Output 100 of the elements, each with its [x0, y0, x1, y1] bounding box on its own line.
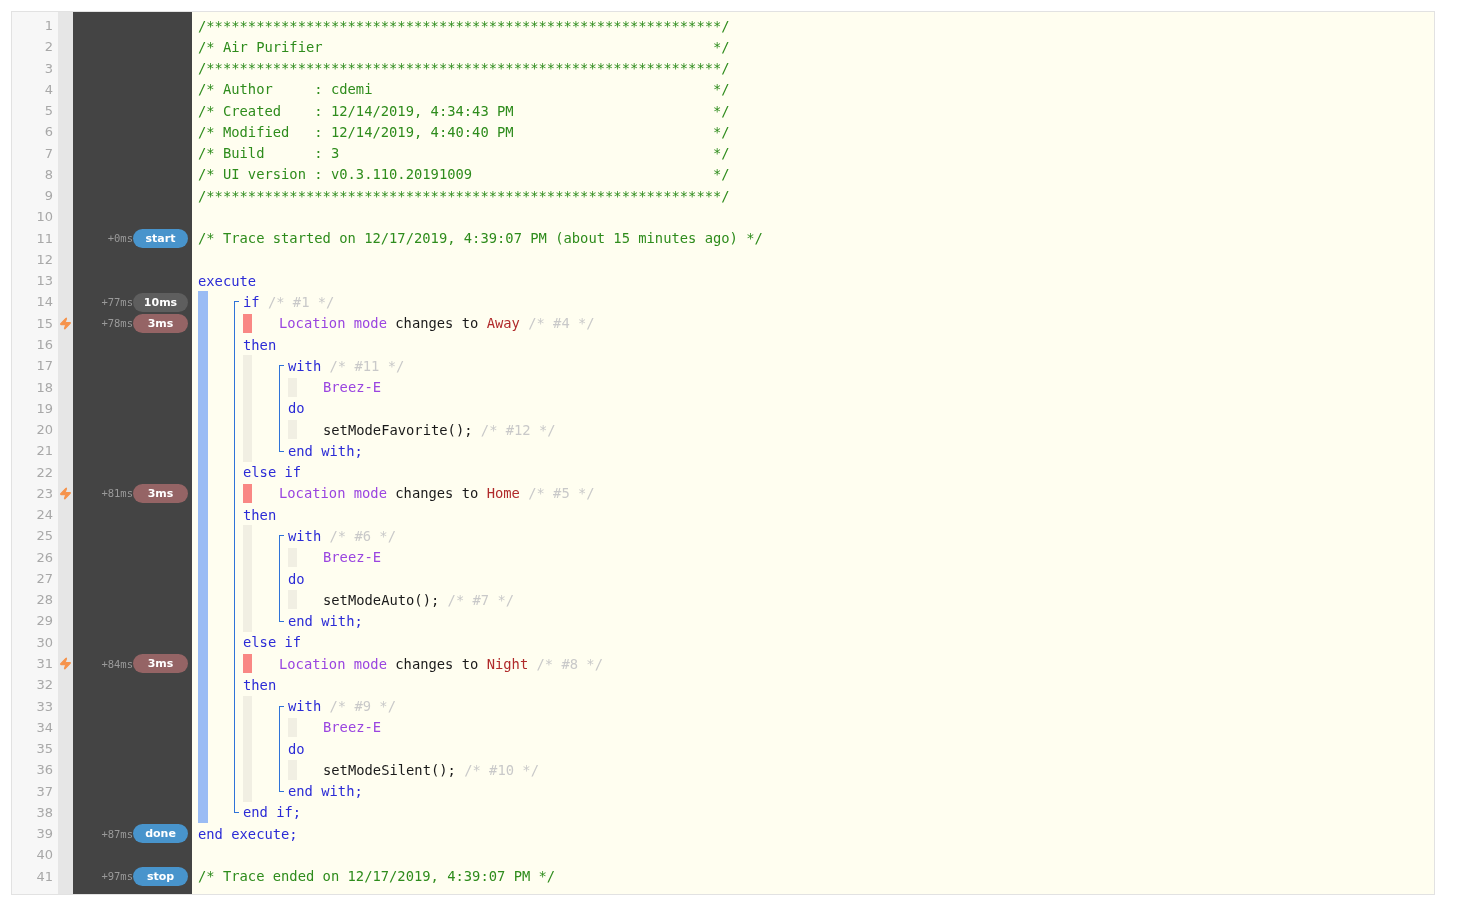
code-text: then	[243, 336, 277, 353]
line-number: 29	[35, 612, 54, 631]
code-text: /**************************************************************/	[198, 187, 730, 204]
code-text: end execute;	[198, 825, 298, 842]
block-bar	[198, 801, 208, 824]
code-text: /* Modified : 12/14/2019, 4:40:40 PM */	[198, 123, 730, 140]
timing-badge: 3ms	[133, 654, 188, 674]
timing-badge: done	[133, 824, 188, 844]
code-text: /* UI version : v0.3.110.20191009 */	[198, 166, 730, 183]
code-text: execute	[198, 272, 257, 289]
code-text: end with;	[288, 442, 363, 459]
code-text: end if;	[243, 804, 302, 821]
code-text: do	[288, 570, 305, 587]
code-text: changes to	[395, 315, 479, 332]
code-text: /* Created : 12/14/2019, 4:34:43 PM */	[198, 102, 730, 119]
line-number: 16	[35, 336, 54, 354]
code-text: Home	[486, 485, 520, 502]
code-text: Location mode	[279, 655, 387, 672]
line-number: 2	[43, 38, 54, 57]
line-number: 27	[35, 569, 54, 588]
code-text: Breez-E	[323, 719, 382, 736]
line-number: 1	[43, 17, 54, 35]
condition-marker	[243, 313, 252, 333]
line-number: 3	[43, 59, 54, 78]
timing-badge: stop	[133, 866, 188, 886]
line-number: 40	[35, 846, 54, 865]
code-text: else if	[243, 464, 302, 481]
line-number: 20	[35, 421, 54, 440]
line-number: 22	[35, 463, 54, 482]
line-number: 8	[43, 165, 54, 184]
line-number: 38	[35, 803, 54, 822]
timing-badge: start	[133, 228, 188, 248]
line-number: 35	[35, 740, 54, 759]
code-text: Location mode	[279, 315, 387, 332]
line-number: 15	[35, 314, 54, 333]
line-number: 32	[35, 676, 54, 695]
line-number: 11	[35, 229, 54, 248]
code-text: /* Trace started on 12/17/2019, 4:39:07 PM (about 15 minutes ago) */	[198, 230, 763, 247]
line-number: 33	[35, 697, 54, 716]
code-text: /* Trace ended on 12/17/2019, 4:39:07 PM */	[198, 868, 556, 885]
line-number: 30	[35, 633, 54, 652]
line-number: 37	[35, 782, 54, 801]
line-number: 36	[35, 761, 54, 780]
line-number: 13	[35, 272, 54, 291]
line-number: 21	[35, 442, 54, 461]
line-number: 26	[35, 548, 54, 567]
code-text: with	[288, 528, 322, 544]
code-text: /**************************************************************/	[198, 17, 730, 34]
line-number: 23	[35, 484, 54, 503]
timing-badge: 3ms	[133, 483, 188, 503]
code-text: /* Author : cdemi */	[198, 81, 730, 98]
timestamp: +87ms	[101, 827, 133, 840]
line-number: 39	[35, 825, 54, 844]
code-text: Night	[486, 655, 529, 672]
line-number: 24	[35, 506, 54, 525]
code-text: setModeSilent();	[323, 761, 456, 778]
line-number: 7	[43, 144, 54, 163]
code-text: Location mode	[279, 485, 387, 502]
timing-badge: 10ms	[133, 292, 188, 312]
code-text: /* Build : 3 */	[198, 145, 730, 162]
code-text: with	[288, 357, 322, 374]
line-number: 12	[35, 250, 54, 269]
code-text: with	[288, 698, 322, 715]
code-text: then	[243, 676, 277, 693]
code-text: then	[243, 506, 277, 523]
line-number: 6	[43, 123, 54, 142]
line-number: 41	[35, 867, 54, 886]
line-number: 18	[35, 378, 54, 397]
timestamp: +84ms	[101, 657, 133, 670]
line-number: 19	[35, 399, 54, 418]
condition-marker	[243, 653, 252, 674]
code-text: do	[288, 740, 305, 757]
code-text: if	[243, 294, 260, 311]
line-number: 9	[43, 187, 54, 206]
code-text: /* Air Purifier */	[198, 38, 730, 55]
line-number: 34	[35, 718, 54, 737]
code-text: do	[288, 400, 305, 417]
code-text: /**************************************************************/	[198, 60, 730, 77]
timestamp: +78ms	[101, 317, 133, 330]
code-text: else if	[243, 634, 302, 651]
code-text: setModeFavorite();	[323, 421, 473, 438]
code-text: end with;	[288, 613, 363, 630]
block-bar	[198, 291, 208, 313]
line-number: 25	[35, 527, 54, 546]
timestamp: +77ms	[101, 296, 133, 309]
line-number: 28	[35, 591, 54, 610]
line-number: 17	[35, 357, 54, 376]
code-text: Breez-E	[323, 379, 382, 396]
line-number: 4	[43, 80, 54, 99]
code-text: changes to	[395, 485, 479, 502]
timestamp: +97ms	[101, 870, 133, 883]
condition-marker	[243, 483, 252, 504]
line-number: 10	[35, 208, 54, 227]
timestamp: +0ms	[107, 232, 133, 245]
timing-badge: 3ms	[133, 313, 188, 333]
timestamp: +81ms	[101, 487, 133, 500]
code-text: setModeAuto();	[323, 591, 440, 608]
line-number: 31	[35, 654, 54, 673]
code-text: end with;	[288, 783, 363, 800]
code-text: Breez-E	[323, 549, 382, 566]
